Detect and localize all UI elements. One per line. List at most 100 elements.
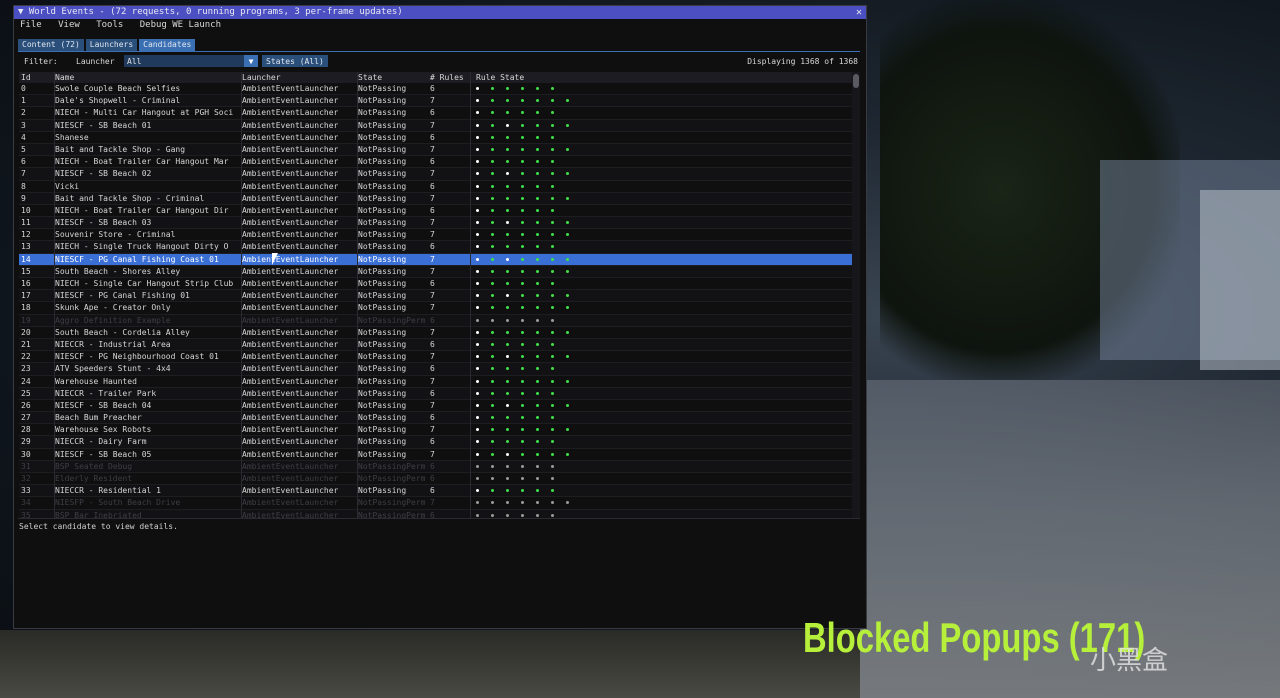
table-row[interactable]: 21 NIECCR - Industrial Area AmbientEventLa… — [19, 338, 852, 352]
filter-label: Filter: — [24, 57, 58, 66]
tab-launchers[interactable]: Launchers — [85, 39, 138, 51]
rule-state-dot — [536, 111, 539, 115]
row-id: 4 — [21, 132, 26, 142]
table-row[interactable]: 33 NIECCR - Residential 1 AmbientEventLaun… — [19, 485, 852, 498]
table-row[interactable]: 20 South Beach - Cordelia Alley AmbientEve… — [19, 327, 852, 339]
rule-state-dot — [521, 221, 524, 225]
table-row[interactable]: 0 Swole Couple Beach Selfies AmbientEventL… — [19, 83, 852, 96]
menu-debug-we-launch[interactable]: Debug WE Launch — [140, 20, 221, 30]
table-row[interactable]: 14 NIESCF - PG Canal Fishing Coast 01 Ambi… — [19, 253, 852, 266]
rule-state-dot — [536, 367, 539, 371]
menu-file[interactable]: File — [20, 20, 42, 30]
rule-state-dot — [521, 501, 524, 505]
table-row[interactable]: 9 Bait and Tackle Shop - Criminal AmbientE… — [19, 192, 852, 205]
row-name: Warehouse Sex Robots — [55, 425, 152, 435]
table-row[interactable]: 2 NIECH - Multi Car Hangout at PGH Soci Am… — [19, 107, 852, 120]
close-icon[interactable]: ✕ — [856, 6, 862, 19]
row-launcher: AmbientEventLauncher — [242, 132, 339, 142]
table-row[interactable]: 15 South Beach - Shores Alley AmbientEvent… — [19, 265, 852, 278]
table-row[interactable]: 8 Vicki AmbientEventLauncher NotPassing 6 — [19, 181, 852, 193]
table-row[interactable]: 35 BSP Bar Inebriated AmbientEventLauncher… — [19, 509, 852, 518]
row-id: 18 — [21, 303, 31, 313]
row-rules: 6 — [430, 461, 435, 471]
row-name: Beach Bum Preacher — [55, 413, 142, 423]
rule-state-dot — [491, 87, 494, 90]
tab-content[interactable]: Content (72) — [18, 39, 84, 51]
row-name: NIECH - Single Truck Hangout Dirty O — [55, 242, 229, 252]
table-row[interactable]: 3 NIESCF - SB Beach 01 AmbientEventLaunche… — [19, 119, 852, 132]
table-row[interactable]: 26 NIESCF - SB Beach 04 AmbientEventLaunch… — [19, 400, 852, 413]
row-launcher: AmbientEventLauncher — [242, 474, 339, 483]
table-row[interactable]: 10 NIECH - Boat Trailer Car Hangout Dir Am… — [19, 205, 852, 218]
column-header-launcher[interactable]: Launcher — [242, 72, 354, 83]
table-row[interactable]: 1 Dale's Shopwell - Criminal AmbientEventL… — [19, 95, 852, 108]
launcher-combo[interactable]: All — [124, 55, 258, 67]
rule-state-dot — [536, 160, 539, 164]
row-rules: 7 — [430, 169, 435, 179]
rule-state-dot — [521, 403, 524, 407]
table-row[interactable]: 22 NIESCF - PG Neighbourhood Coast 01 Ambi… — [19, 351, 852, 364]
chevron-down-icon[interactable]: ▼ — [244, 55, 258, 67]
table-row[interactable]: 24 Warehouse Haunted AmbientEventLauncher N… — [19, 376, 852, 388]
rule-state-dot — [551, 269, 554, 273]
window-titlebar[interactable]: ▼ World Events - (72 requests, 0 running… — [14, 6, 866, 19]
rule-state-dot — [551, 464, 554, 468]
row-state: NotPassingPerm — [358, 315, 426, 325]
row-launcher: AmbientEventLauncher — [242, 169, 339, 179]
table-row[interactable]: 17 NIESCF - PG Canal Fishing 01 AmbientEve… — [19, 290, 852, 303]
row-state: NotPassing — [358, 303, 407, 313]
rule-state-indicators — [476, 485, 586, 497]
column-header-name[interactable]: Name — [55, 72, 237, 83]
table-row[interactable]: 29 NIECCR - Dairy Farm AmbientEventLaunche… — [19, 436, 852, 449]
rule-state-dot — [476, 172, 479, 176]
row-id: 25 — [21, 388, 31, 398]
rule-state-dot — [521, 318, 524, 322]
states-filter-button[interactable]: States (All) — [262, 55, 328, 67]
menu-view[interactable]: View — [58, 20, 80, 30]
rule-state-dot — [506, 147, 509, 151]
table-row[interactable]: 25 NIECCR - Trailer Park AmbientEventLaunc… — [19, 387, 852, 400]
table-row[interactable]: 12 Souvenir Store - Criminal AmbientEventL… — [19, 229, 852, 242]
table-row[interactable]: 31 BSP Seated Debug AmbientEventLauncher No… — [19, 460, 852, 473]
rule-state-dot — [506, 318, 509, 322]
table-row[interactable]: 28 Warehouse Sex Robots AmbientEventLaunch… — [19, 424, 852, 437]
row-state: NotPassing — [358, 132, 407, 142]
row-rules: 6 — [430, 437, 435, 447]
column-header-state[interactable]: State — [358, 72, 428, 83]
rule-state-dot — [521, 391, 524, 395]
table-row[interactable]: 7 NIESCF - SB Beach 02 AmbientEventLaunche… — [19, 168, 852, 181]
table-row[interactable]: 13 NIECH - Single Truck Hangout Dirty O Am… — [19, 241, 852, 254]
table-row[interactable]: 11 NIESCF - SB Beach 03 AmbientEventLaunch… — [19, 217, 852, 230]
row-name: NIECCR - Dairy Farm — [55, 437, 147, 447]
table-scrollbar[interactable] — [852, 72, 860, 518]
table-row[interactable]: 16 NIECH - Single Car Hangout Strip Club A… — [19, 278, 852, 291]
row-launcher: AmbientEventLauncher — [242, 400, 339, 410]
table-row[interactable]: 23 ATV Speeders Stunt - 4x4 AmbientEventLa… — [19, 363, 852, 376]
table-row[interactable]: 6 NIECH - Boat Trailer Car Hangout Mar Amb… — [19, 156, 852, 169]
table-row[interactable]: 27 Beach Bum Preacher AmbientEventLauncher… — [19, 412, 852, 425]
scrollbar-thumb[interactable] — [853, 74, 859, 88]
rule-state-dot — [506, 184, 509, 188]
table-row[interactable]: 18 Skunk Ape - Creator Only AmbientEventLa… — [19, 302, 852, 315]
rule-state-dot — [551, 147, 554, 151]
row-id: 27 — [21, 413, 31, 423]
column-header-rule-state[interactable]: Rule State — [476, 72, 586, 83]
table-row[interactable]: 5 Bait and Tackle Shop - Gang AmbientEvent… — [19, 143, 852, 157]
tab-candidates[interactable]: Candidates — [139, 39, 196, 51]
row-rules: 7 — [430, 327, 435, 337]
column-header-rules[interactable]: # Rules — [430, 72, 470, 83]
table-row[interactable]: 34 NIESFP - South Beach Drive AmbientEvent… — [19, 497, 852, 510]
row-name: NIECH - Boat Trailer Car Hangout Mar — [55, 157, 229, 167]
row-launcher: AmbientEventLauncher — [242, 461, 339, 471]
rule-state-dot — [491, 172, 494, 176]
menu-tools[interactable]: Tools — [96, 20, 123, 30]
row-name: Elderly Resident — [55, 474, 133, 483]
table-row[interactable]: 4 Shanese AmbientEventLauncher NotPassing 6 — [19, 132, 852, 144]
column-header-id[interactable]: Id — [21, 72, 51, 83]
rule-state-dot — [476, 245, 479, 249]
table-row[interactable]: 19 Aggro Definition Example AmbientEventLa… — [19, 314, 852, 327]
table-row[interactable]: 30 NIESCF - SB Beach 05 AmbientEventLaunch… — [19, 449, 852, 461]
table-row[interactable]: 32 Elderly Resident AmbientEventLauncher No… — [19, 473, 852, 486]
row-id: 30 — [21, 449, 31, 459]
rule-state-dot — [491, 196, 494, 200]
